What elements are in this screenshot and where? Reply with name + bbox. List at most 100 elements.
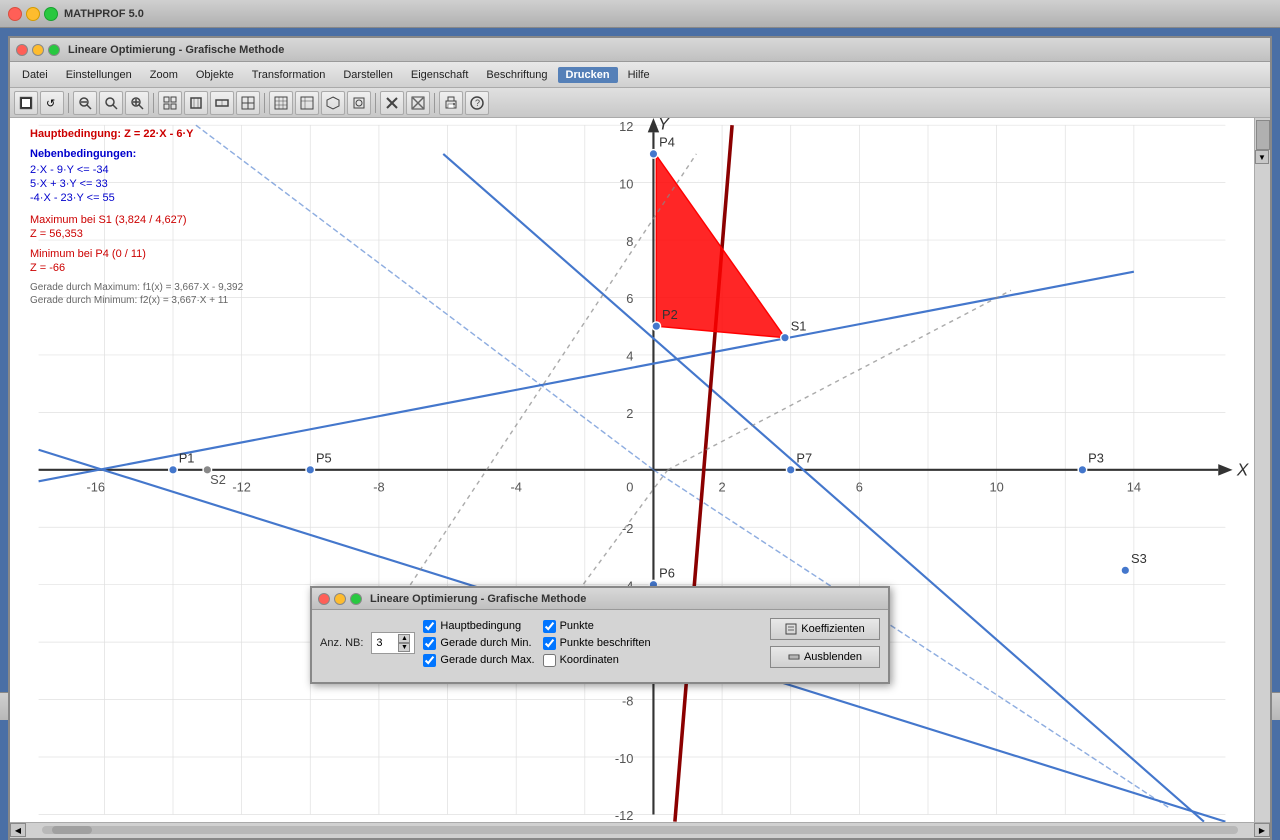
scroll-left-btn[interactable]: ◀ bbox=[10, 823, 26, 837]
checkbox-group-1: Hauptbedingung Gerade durch Min. Gerade … bbox=[423, 620, 534, 667]
svg-text:0: 0 bbox=[626, 479, 633, 494]
menu-datei[interactable]: Datei bbox=[14, 67, 56, 83]
side-scrollbar[interactable]: ▼ bbox=[1254, 118, 1270, 822]
toolbar-export-btn[interactable] bbox=[295, 91, 319, 115]
toolbar-sep-2 bbox=[153, 93, 154, 113]
menu-eigenschaft[interactable]: Eigenschaft bbox=[403, 67, 476, 83]
toolbar-zoom-out-btn[interactable] bbox=[73, 91, 97, 115]
svg-text:6: 6 bbox=[856, 479, 863, 494]
svg-text:-12: -12 bbox=[615, 808, 634, 821]
dialog-body: Anz. NB: ▲ ▼ Hauptbedingung bbox=[312, 610, 888, 682]
svg-text:10: 10 bbox=[619, 176, 633, 191]
checkbox-gerade-max[interactable]: Gerade durch Max. bbox=[423, 654, 534, 667]
svg-text:2: 2 bbox=[719, 479, 726, 494]
gerade-max-checkbox-label: Gerade durch Max. bbox=[440, 654, 534, 666]
scroll-right-btn[interactable]: ▶ bbox=[1254, 823, 1270, 837]
toolbar-3d-btn[interactable] bbox=[321, 91, 345, 115]
dialog-max-btn[interactable] bbox=[350, 593, 362, 605]
checkbox-punkte[interactable]: Punkte bbox=[543, 620, 651, 633]
svg-text:-16: -16 bbox=[87, 479, 106, 494]
anz-nb-input[interactable] bbox=[376, 637, 396, 649]
toolbar-help-btn[interactable]: ? bbox=[465, 91, 489, 115]
inner-minimize-button[interactable] bbox=[32, 44, 44, 56]
toolbar-view-btn[interactable] bbox=[210, 91, 234, 115]
menu-einstellungen[interactable]: Einstellungen bbox=[58, 67, 140, 83]
svg-text:P2: P2 bbox=[662, 307, 678, 322]
gerade-max-checkbox[interactable] bbox=[423, 654, 436, 667]
scrollbar-thumb[interactable] bbox=[52, 826, 92, 834]
toolbar-zoom-in-btn[interactable] bbox=[125, 91, 149, 115]
ausblenden-button[interactable]: Ausblenden bbox=[770, 646, 880, 668]
toolbar-rotate-btn[interactable]: ↺ bbox=[40, 91, 64, 115]
svg-text:P1: P1 bbox=[179, 451, 195, 466]
toolbar-sep-5 bbox=[434, 93, 435, 113]
menu-darstellen[interactable]: Darstellen bbox=[335, 67, 401, 83]
dialog-titlebar: Lineare Optimierung - Grafische Methode bbox=[312, 588, 888, 610]
menu-transformation[interactable]: Transformation bbox=[244, 67, 334, 83]
svg-text:10: 10 bbox=[989, 479, 1003, 494]
svg-text:-8: -8 bbox=[622, 693, 633, 708]
dialog-controls-row: Anz. NB: ▲ ▼ Hauptbedingung bbox=[320, 618, 880, 668]
toolbar-fit-btn[interactable] bbox=[184, 91, 208, 115]
toolbar-split-btn[interactable] bbox=[236, 91, 260, 115]
inner-close-button[interactable] bbox=[16, 44, 28, 56]
svg-text:S1: S1 bbox=[791, 319, 807, 334]
toolbar-close-btn[interactable] bbox=[380, 91, 404, 115]
menu-zoom[interactable]: Zoom bbox=[142, 67, 186, 83]
checkbox-hauptbedingung[interactable]: Hauptbedingung bbox=[423, 620, 534, 633]
toolbar-grid-btn[interactable] bbox=[158, 91, 182, 115]
graph-area: X Y -16 -12 -8 -4 2 6 10 14 12 10 8 6 bbox=[10, 118, 1270, 822]
checkbox-koordinaten[interactable]: Koordinaten bbox=[543, 654, 651, 667]
svg-text:P6: P6 bbox=[659, 565, 675, 580]
scrollbar-track bbox=[42, 826, 1238, 834]
toolbar-print-btn[interactable] bbox=[439, 91, 463, 115]
spinner-up[interactable]: ▲ bbox=[398, 634, 410, 643]
dialog-min-btn[interactable] bbox=[334, 593, 346, 605]
toolbar: ↺ bbox=[10, 88, 1270, 118]
graph-canvas[interactable]: X Y -16 -12 -8 -4 2 6 10 14 12 10 8 6 bbox=[10, 118, 1254, 822]
menu-beschriftung[interactable]: Beschriftung bbox=[478, 67, 555, 83]
menu-drucken[interactable]: Drucken bbox=[558, 67, 618, 83]
koordinaten-checkbox[interactable] bbox=[543, 654, 556, 667]
scroll-down-btn[interactable]: ▼ bbox=[1255, 150, 1269, 164]
inner-window: Lineare Optimierung - Grafische Methode … bbox=[8, 36, 1272, 840]
punkte-checkbox[interactable] bbox=[543, 620, 556, 633]
graph-svg: X Y -16 -12 -8 -4 2 6 10 14 12 10 8 6 bbox=[10, 118, 1254, 822]
hauptbedingung-checkbox[interactable] bbox=[423, 620, 436, 633]
toolbar-table-btn[interactable] bbox=[269, 91, 293, 115]
inner-maximize-button[interactable] bbox=[48, 44, 60, 56]
spinner-down[interactable]: ▼ bbox=[398, 643, 410, 652]
gerade-min-checkbox[interactable] bbox=[423, 637, 436, 650]
gerade-min-checkbox-label: Gerade durch Min. bbox=[440, 637, 531, 649]
os-window-controls[interactable] bbox=[8, 7, 58, 21]
svg-text:-12: -12 bbox=[232, 479, 251, 494]
scrollbar-thumb-top[interactable] bbox=[1256, 120, 1270, 150]
menu-hilfe[interactable]: Hilfe bbox=[620, 67, 658, 83]
dialog-close-btn[interactable] bbox=[318, 593, 330, 605]
anz-nb-input-group[interactable]: ▲ ▼ bbox=[371, 632, 415, 654]
svg-text:2: 2 bbox=[626, 406, 633, 421]
toolbar-mode-btn[interactable] bbox=[14, 91, 38, 115]
punkte-beschriften-checkbox-label: Punkte beschriften bbox=[560, 637, 651, 649]
anz-nb-spinner[interactable]: ▲ ▼ bbox=[398, 634, 410, 652]
punkte-beschriften-checkbox[interactable] bbox=[543, 637, 556, 650]
svg-text:P3: P3 bbox=[1088, 451, 1104, 466]
toolbar-close2-btn[interactable] bbox=[406, 91, 430, 115]
checkbox-punkte-beschriften[interactable]: Punkte beschriften bbox=[543, 637, 651, 650]
koeffizienten-button[interactable]: Koeffizienten bbox=[770, 618, 880, 640]
bottom-scrollbar: ◀ ▶ bbox=[10, 822, 1270, 838]
toolbar-zoom-reset-btn[interactable] bbox=[99, 91, 123, 115]
menu-objekte[interactable]: Objekte bbox=[188, 67, 242, 83]
toolbar-param-btn[interactable] bbox=[347, 91, 371, 115]
svg-text:P7: P7 bbox=[796, 451, 812, 466]
os-titlebar: MATHPROF 5.0 bbox=[0, 0, 1280, 28]
os-maximize-button[interactable] bbox=[44, 7, 58, 21]
svg-text:?: ? bbox=[475, 98, 480, 108]
ausblenden-icon bbox=[788, 651, 800, 663]
main-area: Lineare Optimierung - Grafische Methode … bbox=[0, 28, 1280, 692]
os-minimize-button[interactable] bbox=[26, 7, 40, 21]
dialog-window: Lineare Optimierung - Grafische Methode … bbox=[310, 586, 890, 684]
checkbox-gerade-min[interactable]: Gerade durch Min. bbox=[423, 637, 534, 650]
os-close-button[interactable] bbox=[8, 7, 22, 21]
checkbox-group-2: Punkte Punkte beschriften Koordinaten bbox=[543, 620, 651, 667]
